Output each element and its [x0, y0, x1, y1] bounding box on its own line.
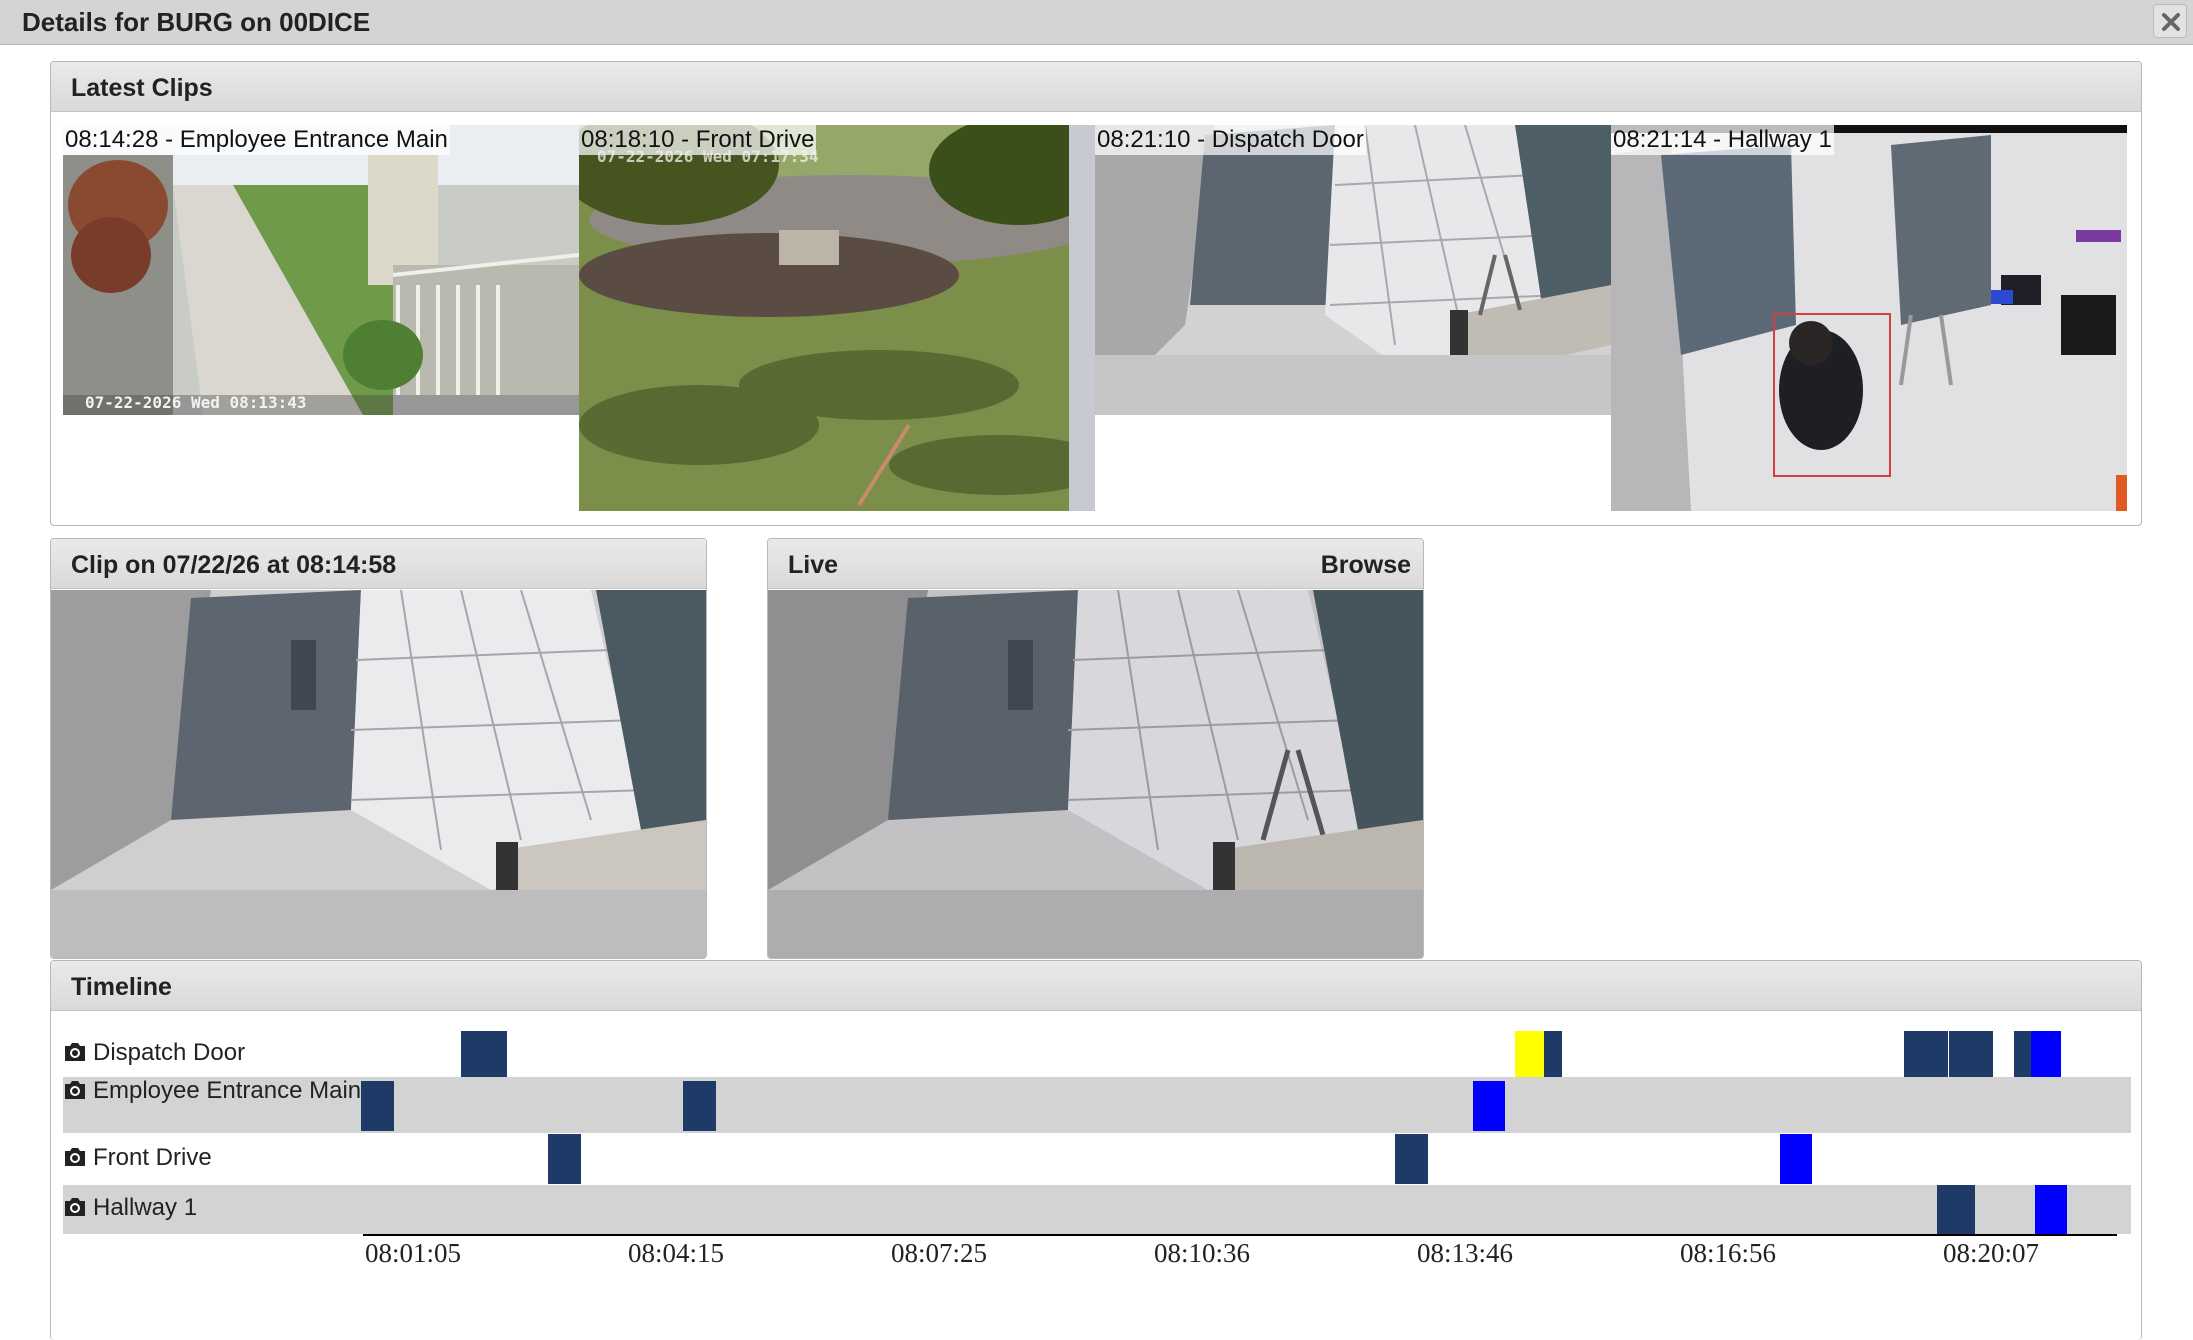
live-view-header: Live Browse — [768, 539, 1423, 589]
timeline-row-label: Employee Entrance Main — [63, 1077, 363, 1105]
clip-player-header: Clip on 07/22/26 at 08:14:58 — [51, 539, 706, 589]
axis-tick-label: 08:04:15 — [627, 1238, 725, 1268]
clip-image — [1611, 125, 2127, 511]
latest-clips-header: Latest Clips — [51, 62, 2141, 112]
timeline-segment-alert[interactable] — [1780, 1134, 1812, 1184]
axis-tick-label: 08:01:05 — [364, 1238, 462, 1268]
timeline-segment[interactable] — [1949, 1031, 1993, 1081]
camera-icon — [65, 1148, 85, 1166]
clip-label: 08:21:10 - Dispatch Door — [1095, 125, 1366, 155]
clip-video[interactable] — [51, 589, 706, 958]
live-view-panel: Live Browse — [767, 538, 1424, 959]
timeline-segment-warning[interactable] — [1515, 1031, 1544, 1081]
latest-clips-panel: Latest Clips 08:14:28 - Employee Entranc… — [50, 61, 2142, 526]
clip-thumbnail-hallway-1[interactable]: 08:21:14 - Hallway 1 — [1611, 125, 2127, 511]
timeline-segment-alert[interactable] — [1473, 1081, 1505, 1131]
clip-thumbnail-dispatch-door[interactable]: 08:21:10 - Dispatch Door — [1095, 125, 1611, 415]
timeline-row-employee-entrance-main: Employee Entrance Main — [63, 1077, 2131, 1133]
timeline-segment[interactable] — [1544, 1031, 1562, 1081]
clip-image — [579, 125, 1095, 511]
timeline-row-label: Hallway 1 — [63, 1194, 197, 1222]
axis-tick-label: 08:10:36 — [1153, 1238, 1251, 1268]
axis-tick-label: 08:20:07 — [1942, 1238, 2040, 1268]
latest-clips-title: Latest Clips — [71, 74, 213, 102]
camera-name: Hallway 1 — [93, 1194, 198, 1221]
clip-player-title: Clip on 07/22/26 at 08:14:58 — [71, 551, 397, 579]
live-title: Live — [788, 551, 839, 579]
clip-image — [63, 125, 579, 415]
timeline-axis — [363, 1234, 2117, 1236]
clip-label: 08:14:28 - Employee Entrance Main — [63, 125, 450, 155]
camera-icon — [65, 1198, 85, 1216]
timeline-row-hallway-1: Hallway 1 — [63, 1185, 2131, 1234]
timeline-segment-alert[interactable] — [2031, 1031, 2061, 1081]
clip-player-panel: Clip on 07/22/26 at 08:14:58 — [50, 538, 707, 959]
dialog-title: Details for BURG on 00DICE — [22, 7, 371, 37]
clip-thumbnail-front-drive[interactable]: 08:18:10 - Front Drive 07-22-2026 Wed 07… — [579, 125, 1095, 511]
camera-name: Front Drive — [93, 1144, 212, 1171]
timeline-title: Timeline — [71, 973, 172, 1001]
timeline-segment[interactable] — [1904, 1031, 1948, 1081]
timeline-row-label: Dispatch Door — [63, 1039, 245, 1067]
camera-icon — [65, 1043, 85, 1061]
timeline-segment-alert[interactable] — [2035, 1185, 2067, 1234]
timeline-segment[interactable] — [461, 1031, 507, 1081]
close-button[interactable] — [2153, 4, 2187, 38]
clip-label: 08:21:14 - Hallway 1 — [1611, 125, 1834, 155]
axis-tick-label: 08:13:46 — [1416, 1238, 1514, 1268]
timeline-row-label: Front Drive — [63, 1144, 212, 1172]
timeline-panel: Timeline Dispatch Door Employee Entrance… — [50, 960, 2142, 1340]
browse-link[interactable]: Browse — [1321, 551, 1411, 580]
clip-timestamp-overlay: 07-22-2026 Wed 07:17:34 — [597, 147, 819, 166]
timeline-row-dispatch-door: Dispatch Door — [63, 1026, 2131, 1081]
close-icon — [2162, 13, 2180, 31]
timeline-header: Timeline — [51, 961, 2141, 1011]
dialog-titlebar: Details for BURG on 00DICE — [0, 0, 2193, 45]
clip-timestamp-overlay: 07-22-2026 Wed 08:13:43 — [85, 393, 307, 412]
timeline-segment[interactable] — [1395, 1134, 1428, 1184]
timeline-segment[interactable] — [548, 1134, 581, 1184]
timeline-segment[interactable] — [2014, 1031, 2031, 1081]
timeline-row-front-drive: Front Drive — [63, 1133, 2131, 1184]
camera-icon — [65, 1081, 85, 1099]
camera-name: Employee Entrance Main — [93, 1077, 362, 1104]
camera-name: Dispatch Door — [93, 1039, 246, 1066]
clip-thumbnail-employee-entrance[interactable]: 08:14:28 - Employee Entrance Main 07-22-… — [63, 125, 579, 415]
live-video[interactable] — [768, 589, 1423, 958]
clip-image — [1095, 125, 1611, 415]
timeline-segment[interactable] — [361, 1081, 394, 1131]
timeline-segment[interactable] — [1937, 1185, 1975, 1234]
axis-tick-label: 08:16:56 — [1679, 1238, 1777, 1268]
axis-tick-label: 08:07:25 — [890, 1238, 988, 1268]
timeline-segment[interactable] — [683, 1081, 716, 1131]
